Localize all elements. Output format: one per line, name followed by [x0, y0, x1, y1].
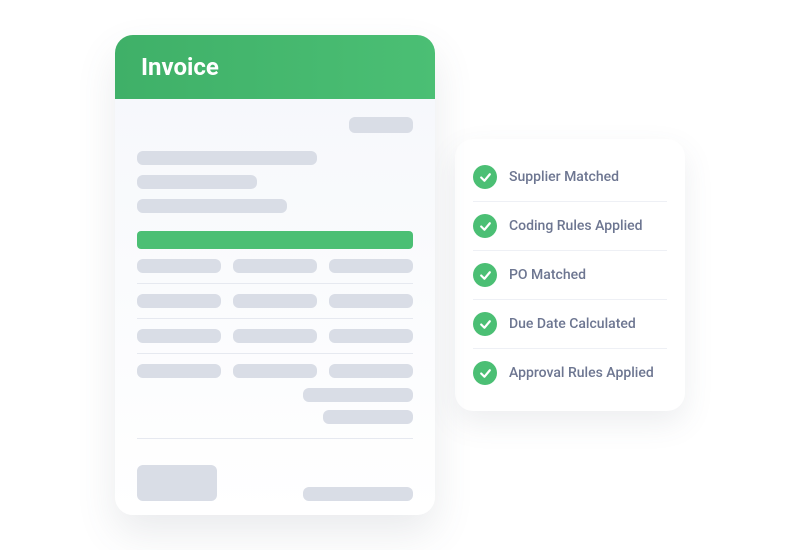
address-line-placeholder [137, 151, 317, 165]
check-label: PO Matched [509, 267, 586, 283]
invoice-totals [137, 388, 413, 424]
check-item-approval-rules: Approval Rules Applied [473, 348, 667, 397]
table-row [137, 329, 413, 343]
check-label: Approval Rules Applied [509, 365, 654, 381]
invoice-title: Invoice [141, 53, 409, 81]
check-item-po-matched: PO Matched [473, 250, 667, 299]
invoice-body [115, 99, 435, 515]
check-item-due-date: Due Date Calculated [473, 299, 667, 348]
validation-checks-panel: Supplier Matched Coding Rules Applied PO… [455, 139, 685, 411]
line-items-header [137, 231, 413, 249]
address-line-placeholder [137, 199, 287, 213]
invoice-header: Invoice [115, 35, 435, 99]
table-row [137, 259, 413, 273]
check-circle-icon [473, 263, 497, 287]
check-circle-icon [473, 361, 497, 385]
check-item-coding-rules: Coding Rules Applied [473, 201, 667, 250]
check-label: Due Date Calculated [509, 316, 636, 332]
table-row [137, 364, 413, 378]
address-line-placeholder [137, 175, 257, 189]
check-circle-icon [473, 214, 497, 238]
check-item-supplier-matched: Supplier Matched [473, 153, 667, 201]
check-circle-icon [473, 165, 497, 189]
check-label: Coding Rules Applied [509, 218, 643, 234]
invoice-footer [137, 465, 413, 501]
invoice-document: Invoice [115, 35, 435, 515]
check-circle-icon [473, 312, 497, 336]
table-row [137, 294, 413, 308]
invoice-number-placeholder [137, 117, 413, 133]
check-label: Supplier Matched [509, 169, 619, 185]
